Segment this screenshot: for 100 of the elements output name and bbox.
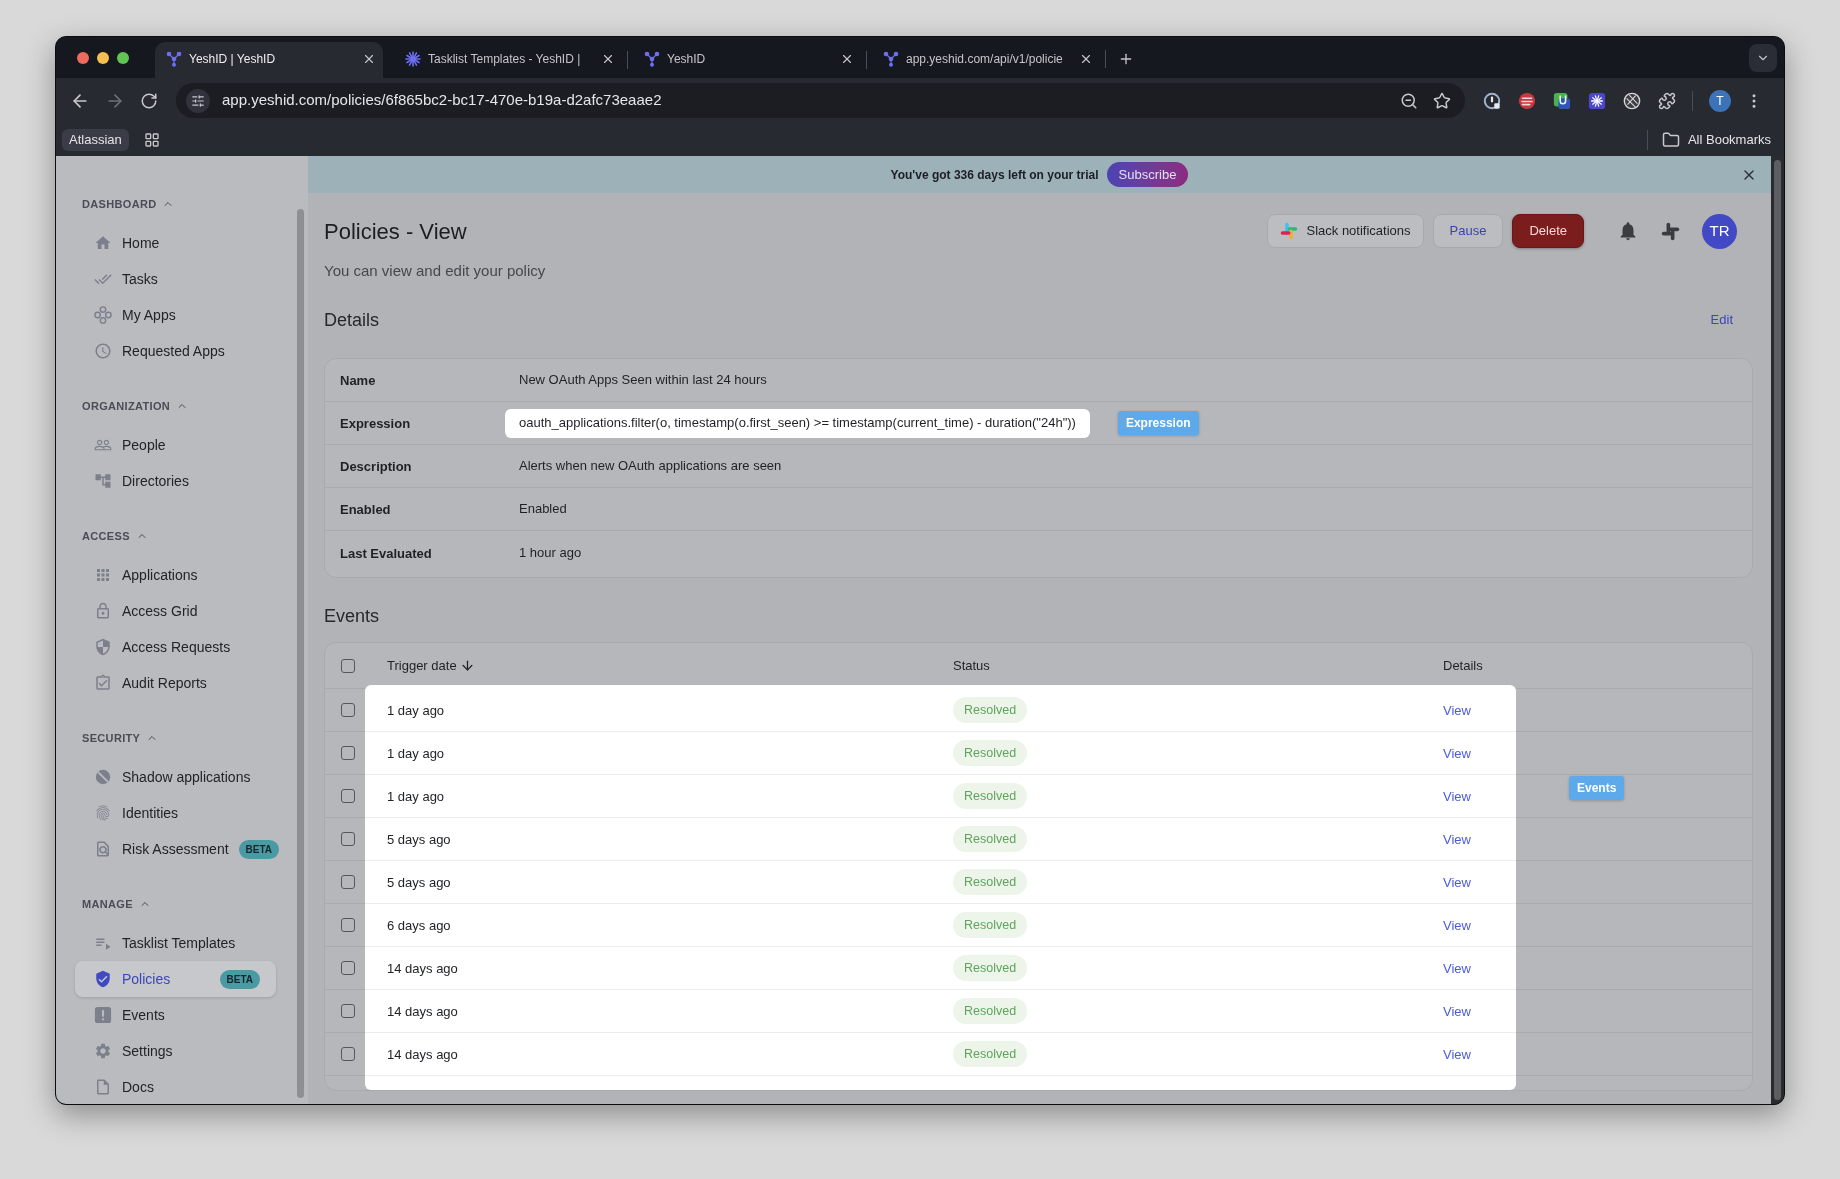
- bookmark-item[interactable]: Atlassian: [62, 128, 129, 151]
- alert-circle-icon[interactable]: [1483, 91, 1501, 110]
- circles-icon: [94, 306, 112, 324]
- sidebar-item[interactable]: Tasks: [75, 261, 276, 297]
- highlight-tag: Events: [1569, 776, 1625, 800]
- column-header: Trigger date: [387, 656, 457, 675]
- row-checkbox[interactable]: [341, 832, 355, 846]
- row-checkbox[interactable]: [341, 1047, 355, 1061]
- zoom-out-icon[interactable]: [1400, 91, 1418, 110]
- shield-check-icon: [94, 970, 112, 988]
- column-header: Status: [953, 656, 990, 675]
- sidebar-item[interactable]: Tasklist Templates: [75, 925, 276, 961]
- delete-button[interactable]: Delete: [1512, 214, 1584, 248]
- aperture-icon[interactable]: [1623, 91, 1641, 110]
- trial-text: You've got 336 days left on your trial: [890, 166, 1099, 184]
- star-icon[interactable]: [1433, 91, 1451, 110]
- subscribe-button[interactable]: Subscribe: [1106, 162, 1189, 187]
- clock-icon: [94, 342, 112, 360]
- scrollbar-thumb[interactable]: [297, 209, 304, 1098]
- status-badge: Resolved: [953, 912, 1028, 939]
- row-checkbox[interactable]: [341, 789, 355, 803]
- field-label: Name: [340, 373, 376, 388]
- window-minimize-button[interactable]: [97, 51, 109, 64]
- trigger-date: 14 days ago: [387, 961, 458, 976]
- sidebar-item[interactable]: Directories: [75, 463, 276, 499]
- field-value: New OAuth Apps Seen within last 24 hours: [518, 371, 768, 390]
- sidebar-item[interactable]: Audit Reports: [75, 665, 276, 701]
- trigger-date: 5 days ago: [387, 875, 451, 890]
- row-checkbox[interactable]: [341, 961, 355, 975]
- view-link[interactable]: View: [1443, 1004, 1471, 1019]
- profile-avatar[interactable]: T: [1709, 89, 1731, 112]
- scrollbar-thumb[interactable]: [1774, 160, 1781, 1100]
- view-link[interactable]: View: [1443, 1047, 1471, 1062]
- site-settings-icon[interactable]: [186, 88, 210, 113]
- status-badge: Resolved: [953, 697, 1028, 724]
- striped-circle-icon[interactable]: [1518, 91, 1536, 110]
- pause-button[interactable]: Pause: [1432, 214, 1504, 248]
- column-header: Details: [1443, 656, 1483, 675]
- document-check-icon: [94, 674, 112, 692]
- section-heading: MANAGE: [82, 896, 133, 912]
- home-icon: [94, 234, 112, 252]
- status-badge: Resolved: [953, 740, 1028, 767]
- row-checkbox[interactable]: [341, 875, 355, 889]
- sidebar-item[interactable]: Settings: [75, 1033, 276, 1069]
- browser-tab[interactable]: app.yeshid.com/api/v1/policie: [872, 42, 1100, 78]
- status-badge: Resolved: [953, 1041, 1028, 1068]
- row-checkbox[interactable]: [341, 918, 355, 932]
- select-all-checkbox[interactable]: [341, 658, 355, 673]
- document-icon: [94, 1078, 112, 1096]
- status-badge: Resolved: [953, 998, 1028, 1025]
- apps-grid-icon[interactable]: [143, 131, 160, 148]
- sidebar-item[interactable]: Access Requests: [75, 629, 276, 665]
- crossed-circle-icon: [94, 768, 112, 786]
- notifications-button[interactable]: Slack notifications: [1267, 214, 1424, 248]
- view-link[interactable]: View: [1443, 789, 1471, 804]
- view-link[interactable]: View: [1443, 961, 1471, 976]
- section-title: Details: [324, 308, 380, 332]
- alert-square-icon: [94, 1006, 112, 1024]
- sidebar-item[interactable]: Applications: [75, 557, 276, 593]
- trigger-date: 1 day ago: [387, 746, 445, 761]
- sidebar-item[interactable]: Policies BETA: [75, 961, 276, 997]
- view-link[interactable]: View: [1443, 832, 1471, 847]
- view-link[interactable]: View: [1443, 875, 1471, 890]
- user-avatar[interactable]: TR: [1702, 213, 1737, 249]
- grid-icon: [94, 566, 112, 584]
- view-link[interactable]: View: [1443, 703, 1471, 718]
- row-checkbox[interactable]: [341, 746, 355, 760]
- sidebar-item[interactable]: Docs: [75, 1069, 276, 1104]
- row-checkbox[interactable]: [341, 703, 355, 717]
- puzzle-icon[interactable]: [1658, 91, 1676, 110]
- window-maximize-button[interactable]: [117, 51, 129, 64]
- all-bookmarks-button[interactable]: All Bookmarks: [1661, 129, 1771, 150]
- arrow-down-icon[interactable]: [459, 658, 475, 673]
- field-label: Last Evaluated: [340, 545, 432, 561]
- sidebar-item[interactable]: Events: [75, 997, 276, 1033]
- view-link[interactable]: View: [1443, 746, 1471, 761]
- sidebar-item[interactable]: Requested Apps: [75, 333, 276, 369]
- status-badge: Resolved: [953, 955, 1028, 982]
- view-link[interactable]: View: [1443, 918, 1471, 933]
- sidebar-item[interactable]: My Apps: [75, 297, 276, 333]
- sunburst-tile-icon[interactable]: [1588, 91, 1606, 110]
- browser-tab[interactable]: Tasklist Templates - YeshID |: [394, 42, 622, 78]
- address-bar[interactable]: app.yeshid.com/policies/6f865bc2-bc17-470e-b19a-d2afc73eaae2: [176, 83, 1465, 118]
- edit-link[interactable]: Edit: [1710, 310, 1733, 330]
- sidebar-item[interactable]: Home: [75, 225, 276, 261]
- settings-icon: [94, 1042, 112, 1060]
- sidebar-item[interactable]: Identities: [75, 795, 276, 831]
- status-badge: Resolved: [953, 826, 1028, 853]
- sidebar-item[interactable]: People: [75, 427, 276, 463]
- browser-tab[interactable]: YeshID: [633, 42, 861, 78]
- sidebar-item[interactable]: Access Grid: [75, 593, 276, 629]
- row-checkbox[interactable]: [341, 1004, 355, 1018]
- tile-icon[interactable]: [1553, 91, 1571, 110]
- field-label: Enabled: [340, 502, 391, 517]
- sidebar-item[interactable]: Shadow applications: [75, 759, 276, 795]
- window-close-button[interactable]: [77, 51, 89, 64]
- reload-icon[interactable]: [140, 91, 158, 110]
- browser-tab[interactable]: YeshID | YeshID: [155, 42, 383, 78]
- page-subtitle: You can view and edit your policy: [324, 261, 547, 281]
- hashtag-logo-icon[interactable]: [1661, 221, 1680, 241]
